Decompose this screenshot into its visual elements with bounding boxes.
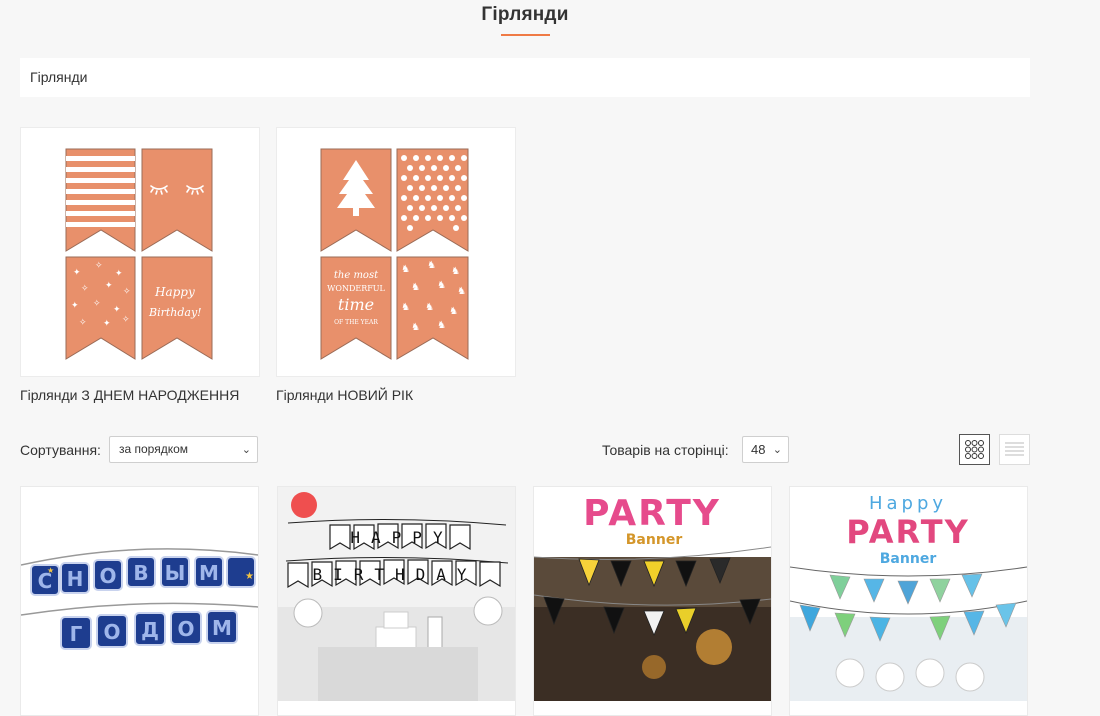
product-image: HAPPY BIRTHDAY <box>278 487 515 701</box>
subcategory-new-year-image[interactable]: the most WONDERFUL time OF THE YEAR ♞ ♞ ♞ … <box>276 127 516 377</box>
svg-text:time: time <box>338 295 374 314</box>
product-card[interactable]: Happy PARTY Banner <box>789 486 1028 716</box>
subcategory-birthday[interactable]: ✦ ✧ ✦ ✧ ✦ ✧ ✦ ✧ ✦ ✧ ✦ ✧ Happy Birthday! Гірлянди… <box>20 127 260 403</box>
product-card[interactable]: PARTY Banner <box>533 486 772 716</box>
svg-text:✧: ✧ <box>81 284 89 294</box>
subcategory-birthday-name[interactable]: Гірлянди З ДНЕМ НАРОДЖЕННЯ <box>20 387 260 403</box>
svg-text:✧: ✧ <box>123 287 131 297</box>
svg-text:Happy: Happy <box>154 285 195 299</box>
svg-text:Birthday!: Birthday! <box>148 306 202 319</box>
svg-text:✧: ✧ <box>79 318 87 328</box>
svg-text:★: ★ <box>245 571 254 582</box>
svg-text:✦: ✦ <box>105 281 113 291</box>
svg-text:✦: ✦ <box>113 305 121 315</box>
subcategory-new-year[interactable]: the most WONDERFUL time OF THE YEAR ♞ ♞ ♞ … <box>276 127 516 403</box>
svg-text:♞: ♞ <box>437 320 446 331</box>
per-page-select[interactable]: 48 ⌄ <box>742 436 789 463</box>
banner-letter: Д <box>141 618 159 642</box>
svg-text:✦: ✦ <box>103 319 111 329</box>
svg-text:✦: ✦ <box>115 269 123 279</box>
product-image: Happy PARTY Banner <box>790 487 1027 701</box>
list-view-button[interactable] <box>999 434 1030 465</box>
banner-text-banner: Banner <box>626 532 683 548</box>
banner-letter: О <box>177 617 194 641</box>
chevron-down-icon: ⌄ <box>772 444 782 456</box>
svg-text:★: ★ <box>47 566 54 575</box>
category-description: Гірлянди <box>20 58 1030 97</box>
svg-text:♞: ♞ <box>427 260 436 271</box>
product-image: С Н О В Ы М Г О Д О М ★★ <box>21 548 258 650</box>
svg-text:♞: ♞ <box>401 264 410 275</box>
banner-letter: М <box>212 616 232 640</box>
svg-text:OF THE YEAR: OF THE YEAR <box>334 319 378 326</box>
svg-text:♞: ♞ <box>451 266 460 277</box>
banner-text-banner: Banner <box>880 551 937 567</box>
banner-letter: В <box>133 561 148 585</box>
banner-text-happy: Happy <box>869 493 947 514</box>
product-image: PARTY Banner <box>534 487 771 701</box>
svg-text:✧: ✧ <box>122 315 130 325</box>
chevron-down-icon: ⌄ <box>241 444 251 456</box>
per-page-value: 48 <box>751 442 766 457</box>
svg-text:✧: ✧ <box>95 261 103 271</box>
svg-text:♞: ♞ <box>457 286 466 297</box>
banner-letter: Ы <box>165 561 186 585</box>
page-title: Гірлянди <box>481 4 569 25</box>
svg-text:✦: ✦ <box>71 301 79 311</box>
subcategory-birthday-image[interactable]: ✦ ✧ ✦ ✧ ✦ ✧ ✦ ✧ ✦ ✧ ✦ ✧ Happy Birthday! <box>20 127 260 377</box>
banner-text-happy: HAPPY <box>350 528 453 547</box>
svg-text:WONDERFUL: WONDERFUL <box>327 284 385 293</box>
sort-select-value: за порядком <box>119 442 189 456</box>
svg-text:✦: ✦ <box>73 268 81 278</box>
grid-view-icon <box>965 440 984 459</box>
sort-select[interactable]: за порядком ⌄ <box>109 436 258 463</box>
svg-text:♞: ♞ <box>411 322 420 333</box>
per-page-label: Товарів на сторінці: <box>602 442 729 458</box>
list-view-icon <box>1005 442 1024 456</box>
subcategory-new-year-name[interactable]: Гірлянди НОВИЙ РІК <box>276 387 516 403</box>
banner-letter: М <box>199 561 219 585</box>
banner-letter: О <box>103 620 120 644</box>
banner-text-party: PARTY <box>583 493 721 534</box>
sort-label: Сортування: <box>20 442 101 458</box>
svg-text:✧: ✧ <box>93 299 101 309</box>
banner-letter: О <box>99 564 116 588</box>
banner-text-party: PARTY <box>846 513 969 551</box>
svg-text:♞: ♞ <box>425 302 434 313</box>
banner-letter: Н <box>67 567 84 591</box>
svg-text:the most: the most <box>334 270 379 281</box>
svg-text:♞: ♞ <box>401 302 410 313</box>
product-card[interactable]: С Н О В Ы М Г О Д О М ★ ★ <box>20 486 259 716</box>
banner-text-birthday: BIRTHDAY <box>312 565 477 584</box>
svg-text:♞: ♞ <box>437 280 446 291</box>
title-underline <box>501 34 550 36</box>
svg-text:♞: ♞ <box>411 282 420 293</box>
banner-letter: Г <box>70 622 83 646</box>
product-card[interactable]: HAPPY BIRTHDAY <box>277 486 516 716</box>
grid-view-button[interactable] <box>959 434 990 465</box>
svg-text:♞: ♞ <box>449 306 458 317</box>
product-toolbar: Сортування: за порядком ⌄ Товарів на сто… <box>0 434 1100 465</box>
